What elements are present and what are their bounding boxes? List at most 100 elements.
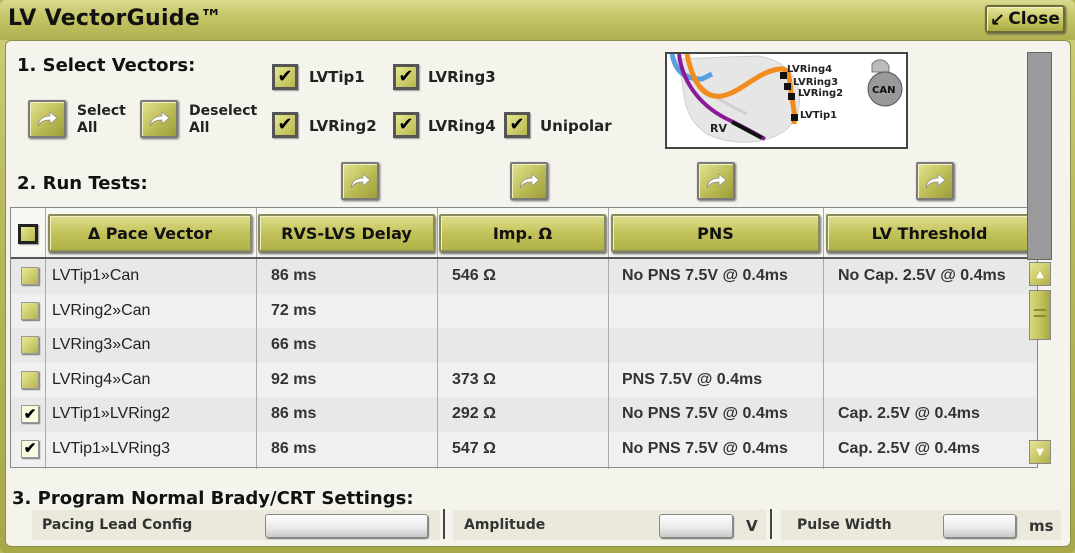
row-checkbox[interactable]: ✔ — [21, 405, 39, 423]
forward-arrow-icon — [37, 111, 58, 127]
column-divider — [45, 208, 46, 469]
heart-leads-illustration: LVRing4 LVRing3 LVRing2 LVTip1 RV CAN — [669, 53, 903, 143]
cell-delay: 92 ms — [271, 370, 317, 388]
amplitude-unit: V — [746, 517, 758, 535]
row-checkbox[interactable] — [21, 336, 39, 354]
grip-line — [1034, 315, 1046, 317]
row-checkbox[interactable] — [21, 301, 39, 320]
checkmark-icon: ✔ — [398, 114, 414, 135]
label-lvtip1: LVTip1 — [309, 68, 365, 86]
select-all-rows-checkbox[interactable] — [18, 224, 38, 244]
checkbox-lvring3[interactable]: ✔ — [393, 64, 419, 90]
checkmark-icon: ✔ — [398, 66, 414, 87]
pacing-lead-config-group: Pacing Lead Config — [32, 510, 440, 540]
cell-threshold: Cap. 2.5V @ 0.4ms — [838, 439, 980, 457]
close-button[interactable]: ← Close — [985, 5, 1065, 33]
lv-vectorguide-window: LV VectorGuide™ ← Close 1. Select Vector… — [0, 0, 1075, 553]
scroll-up-button[interactable]: ▲ — [1029, 262, 1051, 286]
select-all-button[interactable] — [28, 100, 66, 138]
forward-arrow-icon — [925, 173, 946, 189]
cell-pns: No PNS 7.5V @ 0.4ms — [622, 405, 788, 422]
triangle-down-icon: ▼ — [1036, 446, 1044, 458]
section-run-tests-title: 2. Run Tests: — [17, 173, 148, 194]
section-program-settings-title: 3. Program Normal Brady/CRT Settings: — [12, 488, 414, 509]
lvring2-marker — [788, 93, 795, 100]
cell-vector: LVTip1»LVRing2 — [52, 405, 170, 422]
table-row[interactable]: LVRing3»Can 66 ms — [11, 328, 1037, 363]
col-header-delay[interactable]: RVS-LVS Delay — [258, 214, 435, 252]
section-select-vectors-title: 1. Select Vectors: — [17, 55, 196, 76]
amplitude-label: Amplitude — [464, 517, 546, 533]
run-test-delay-button[interactable] — [341, 162, 379, 200]
pulse-width-unit: ms — [1029, 517, 1054, 535]
col-header-pns[interactable]: PNS — [611, 214, 820, 252]
diagram-label-lvring2: LVRing2 — [798, 88, 843, 99]
window-title: LV VectorGuide™ — [8, 6, 223, 31]
title-bar: LV VectorGuide™ ← Close — [0, 0, 1075, 40]
column-divider — [256, 208, 257, 469]
amplitude-field[interactable] — [659, 514, 733, 538]
pacing-lead-config-field[interactable] — [265, 514, 428, 538]
row-checkbox[interactable] — [21, 370, 39, 389]
cell-delay: 86 ms — [271, 267, 317, 284]
divider — [443, 509, 445, 539]
table-row[interactable]: ✔ LVTip1»LVRing3 86 ms 547 Ω No PNS 7.5V @ 0… — [11, 431, 1037, 467]
col-header-impedance[interactable]: Imp. Ω — [439, 214, 606, 252]
grip-line — [1034, 309, 1046, 311]
deselect-all-label-line2: All — [189, 120, 210, 136]
col-header-lv-threshold[interactable]: LV Threshold — [826, 214, 1033, 252]
table-row[interactable]: LVRing2»Can 72 ms — [11, 293, 1037, 329]
lead-diagram: LVRing4 LVRing3 LVRing2 LVTip1 RV CAN — [665, 52, 908, 149]
cell-pns: No PNS 7.5V @ 0.4ms — [622, 267, 788, 284]
cell-delay: 86 ms — [271, 405, 317, 422]
amplitude-group: Amplitude V — [453, 510, 766, 540]
pulse-width-label: Pulse Width — [797, 517, 892, 533]
pulse-width-field[interactable] — [943, 514, 1016, 538]
lvtip1-marker — [791, 114, 798, 121]
checkmark-icon: ✔ — [23, 405, 37, 423]
diagram-label-rv: RV — [710, 122, 727, 135]
run-test-threshold-button[interactable] — [916, 162, 954, 200]
cell-vector: LVRing2»Can — [52, 301, 151, 319]
run-test-impedance-button[interactable] — [510, 162, 548, 200]
checkmark-icon: ✔ — [23, 440, 37, 457]
select-all-label-line1: Select — [77, 103, 126, 119]
scroll-down-button[interactable]: ▼ — [1029, 440, 1051, 464]
cell-delay: 72 ms — [271, 301, 317, 319]
checkmark-icon: ✔ — [277, 66, 293, 87]
label-lvring3: LVRing3 — [428, 68, 496, 86]
header-divider — [11, 257, 1037, 259]
table-row[interactable]: LVTip1»Can 86 ms 546 Ω No PNS 7.5V @ 0.4ms N… — [11, 259, 1037, 294]
row-checkbox[interactable]: ✔ — [21, 439, 39, 458]
triangle-up-icon: ▲ — [1036, 268, 1044, 280]
diagram-label-lvring4: LVRing4 — [787, 64, 832, 75]
run-test-pns-button[interactable] — [697, 162, 735, 200]
col-header-pace-vector[interactable]: Δ Pace Vector — [48, 214, 252, 252]
cell-delay: 66 ms — [271, 336, 317, 353]
forward-arrow-icon — [350, 173, 371, 189]
label-lvring4: LVRing4 — [428, 117, 496, 135]
diagram-label-can: CAN — [872, 85, 895, 96]
cell-imp: 373 Ω — [452, 370, 496, 388]
cell-pns: No PNS 7.5V @ 0.4ms — [622, 439, 788, 457]
checkbox-lvtip1[interactable]: ✔ — [272, 64, 298, 90]
table-row[interactable]: ✔ LVTip1»LVRing2 86 ms 292 Ω No PNS 7.5V @ 0… — [11, 397, 1037, 432]
select-all-label-line2: All — [77, 120, 98, 136]
diagram-label-lvring3: LVRing3 — [793, 77, 838, 88]
column-divider — [608, 208, 609, 469]
lvring4-marker — [780, 72, 787, 79]
cell-imp: 547 Ω — [452, 439, 496, 457]
table-row[interactable]: LVRing4»Can 92 ms 373 Ω PNS 7.5V @ 0.4ms — [11, 362, 1037, 398]
arrow-up-left-icon: ← — [984, 6, 1011, 32]
checkbox-unipolar[interactable]: ✔ — [504, 112, 530, 138]
cell-pns: PNS 7.5V @ 0.4ms — [622, 370, 763, 388]
checkbox-lvring2[interactable]: ✔ — [272, 112, 298, 138]
cell-vector: LVTip1»Can — [52, 267, 140, 284]
row-checkbox[interactable] — [21, 267, 39, 285]
scrollbar-track[interactable] — [1027, 52, 1052, 260]
forward-arrow-icon — [519, 173, 540, 189]
deselect-all-button[interactable] — [140, 100, 178, 138]
deselect-all-label: Deselect All — [189, 103, 257, 137]
checkbox-lvring4[interactable]: ✔ — [393, 112, 419, 138]
scrollbar-thumb[interactable] — [1029, 290, 1051, 340]
